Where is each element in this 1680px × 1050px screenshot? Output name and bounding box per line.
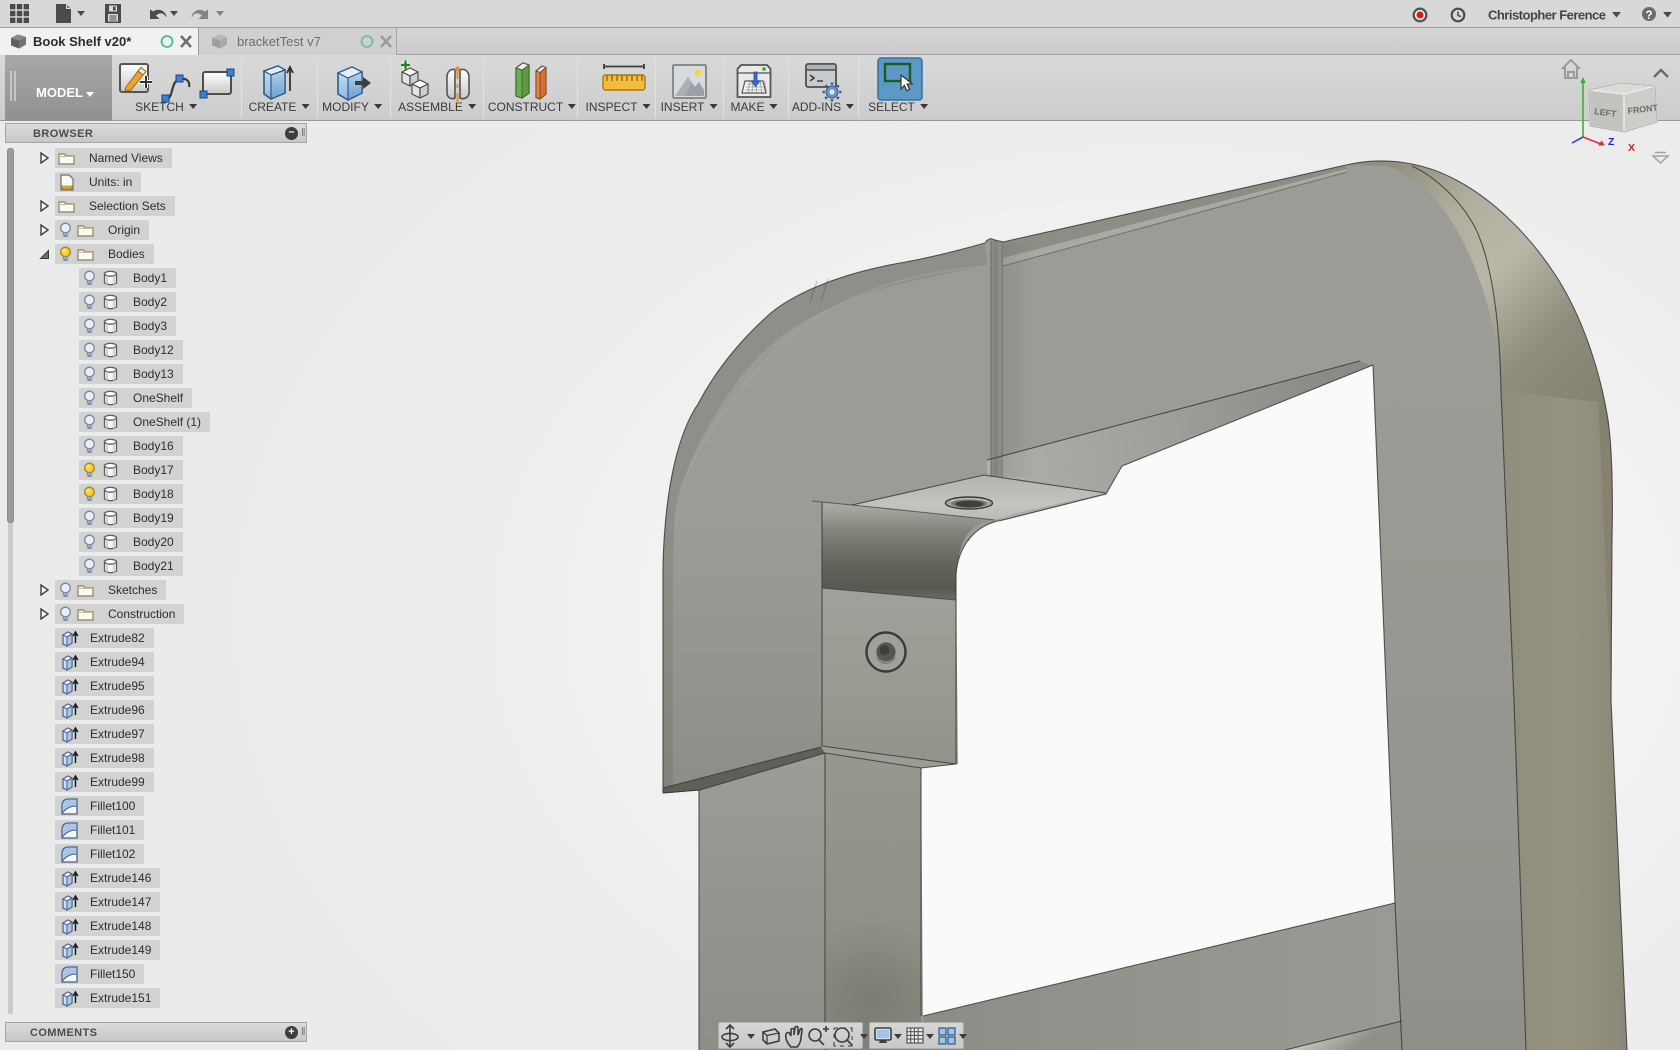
svg-text:?: ? (1646, 10, 1653, 22)
svg-text:Z: Z (1608, 136, 1615, 148)
svg-text:Christopher Ference: Christopher Ference (1488, 8, 1606, 23)
svg-text:X: X (1628, 142, 1635, 154)
